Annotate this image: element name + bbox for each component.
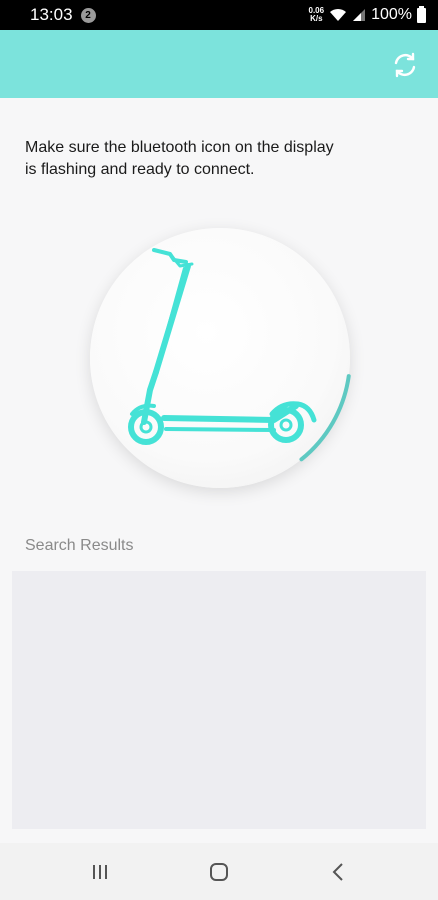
network-speed-unit: K/s [310, 14, 323, 23]
scooter-image [128, 248, 351, 462]
wifi-icon [330, 8, 347, 21]
signal-icon [353, 9, 366, 21]
home-button[interactable] [199, 852, 239, 892]
battery-icon [417, 5, 426, 23]
home-icon [209, 862, 228, 881]
recents-icon [92, 864, 107, 879]
recents-button[interactable] [80, 852, 120, 892]
search-results-list[interactable] [12, 571, 426, 829]
system-nav-bar [0, 843, 438, 900]
back-icon [332, 862, 344, 881]
back-button[interactable] [318, 852, 358, 892]
battery-percent: 100% [371, 6, 412, 23]
notification-count-badge: 2 [80, 7, 96, 23]
network-speed: 0.06 K/s [309, 7, 325, 23]
refresh-button[interactable] [390, 50, 420, 80]
status-left: 13:03 2 [30, 5, 96, 25]
scooter-illustration [84, 222, 356, 494]
search-results-label: Search Results [25, 537, 134, 554]
clock: 13:03 [30, 5, 73, 24]
app-header [0, 30, 438, 98]
status-right: 0.06 K/s 100% [309, 5, 426, 24]
search-progress-arc [299, 374, 351, 462]
refresh-icon [394, 52, 416, 78]
status-bar: 13:03 2 0.06 K/s 100% [0, 0, 438, 30]
instruction-text: Make sure the bluetooth icon on the disp… [25, 139, 334, 178]
